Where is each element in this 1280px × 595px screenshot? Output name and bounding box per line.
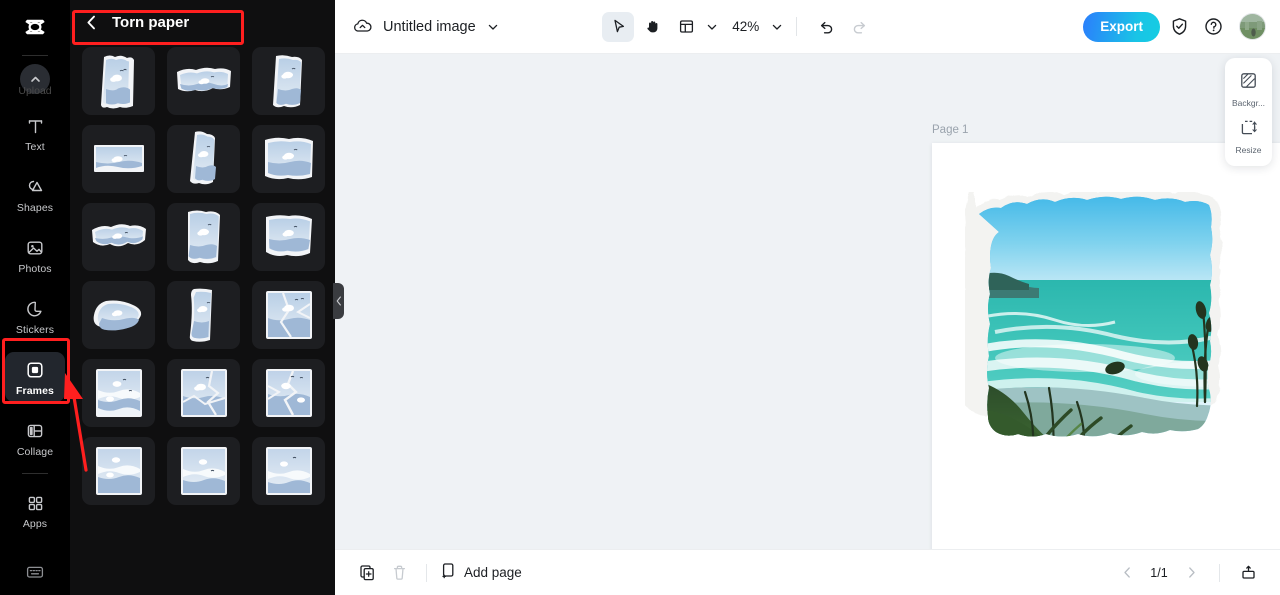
- left-sidebar: Upload Text Shapes Photos Stickers Frame…: [0, 0, 70, 595]
- bottom-divider-2: [1219, 563, 1220, 582]
- editor-area: Untitled image 42% Export Page 1 Backgr.…: [335, 0, 1280, 595]
- keyboard-shortcuts-icon: [25, 564, 45, 585]
- right-tool-panel: Backgr... Resize: [1225, 58, 1272, 166]
- canvas-tools: 42%: [602, 11, 876, 42]
- sidebar-item-photos[interactable]: Photos: [5, 230, 65, 280]
- help-circle-icon[interactable]: [1200, 13, 1228, 41]
- frames-panel: Torn paper: [70, 0, 335, 595]
- photos-icon: [24, 237, 46, 259]
- page-label: Page 1: [932, 124, 969, 136]
- sidebar-item-frames[interactable]: Frames: [5, 352, 65, 402]
- cloud-saved-icon[interactable]: [349, 14, 375, 40]
- top-toolbar: Untitled image 42% Export: [335, 0, 1280, 54]
- panel-header: Torn paper: [70, 0, 335, 45]
- redo-button[interactable]: [844, 12, 876, 42]
- keyboard-shortcuts-button[interactable]: [0, 564, 70, 585]
- sidebar-label-collage: Collage: [16, 446, 54, 458]
- resize-icon: [1239, 118, 1258, 142]
- sidebar-label-frames: Frames: [16, 385, 54, 397]
- zoom-control[interactable]: 42%: [732, 19, 783, 34]
- background-button[interactable]: Backgr...: [1227, 66, 1271, 111]
- upload-label: Upload: [18, 85, 52, 97]
- bottom-bar: Add page 1/1: [335, 549, 1280, 595]
- torn-paper-photo-frame[interactable]: [961, 186, 1280, 522]
- page-canvas[interactable]: [932, 143, 1280, 549]
- sidebar-label-text: Text: [25, 141, 45, 153]
- apps-icon: [24, 492, 46, 514]
- annotation-arrow: [60, 355, 110, 480]
- next-page-button[interactable]: [1177, 559, 1205, 587]
- delete-icon[interactable]: [385, 559, 413, 587]
- chevron-down-icon[interactable]: [487, 21, 499, 33]
- bottom-divider: [426, 563, 427, 582]
- frame-thumb-torn-strip-1[interactable]: [167, 47, 240, 115]
- export-button[interactable]: Export: [1083, 11, 1160, 42]
- canvas-stage[interactable]: Page 1 Backgr... Resize: [335, 54, 1280, 549]
- upload-button[interactable]: Upload: [18, 62, 52, 97]
- text-icon: [24, 115, 46, 137]
- frame-thumb-crack-rect-6[interactable]: [167, 437, 240, 505]
- page-indicator: 1/1: [1150, 565, 1168, 580]
- frame-thumb-torn-landscape-1[interactable]: [82, 125, 155, 193]
- undo-button[interactable]: [810, 12, 842, 42]
- cursor-select-tool[interactable]: [602, 11, 635, 42]
- frame-thumb-torn-portrait-2[interactable]: [252, 47, 325, 115]
- sidebar-label-shapes: Shapes: [16, 202, 54, 214]
- add-page-button[interactable]: Add page: [440, 562, 522, 584]
- frame-thumb-torn-blob-1[interactable]: [82, 281, 155, 349]
- frame-thumb-torn-square-1[interactable]: [252, 125, 325, 193]
- add-page-icon: [440, 562, 457, 584]
- toolbar-right: Export: [1083, 11, 1266, 42]
- panel-collapse-handle[interactable]: [333, 283, 344, 319]
- chevron-left-icon[interactable]: [86, 15, 100, 31]
- capcut-editor: Upload Text Shapes Photos Stickers Frame…: [0, 0, 1280, 595]
- hand-pan-tool[interactable]: [636, 12, 668, 42]
- toolbar-divider: [796, 17, 798, 36]
- bottom-bar-right: 1/1: [1113, 559, 1262, 587]
- export-page-icon[interactable]: [1234, 559, 1262, 587]
- background-icon: [1239, 71, 1258, 95]
- zoom-chevron-down-icon[interactable]: [771, 21, 783, 33]
- layout-chevron-down-icon[interactable]: [706, 21, 718, 33]
- frame-thumb-crack-rect-7[interactable]: [252, 437, 325, 505]
- sidebar-label-stickers: Stickers: [15, 324, 55, 336]
- sidebar-item-apps[interactable]: Apps: [5, 485, 65, 535]
- duplicate-icon[interactable]: [353, 559, 381, 587]
- rail-divider-2: [22, 473, 48, 474]
- rail-divider: [22, 55, 48, 56]
- prev-page-button[interactable]: [1113, 559, 1141, 587]
- sidebar-item-collage[interactable]: Collage: [5, 413, 65, 463]
- bottom-bar-left: Add page: [353, 559, 522, 587]
- frames-icon: [24, 359, 46, 381]
- resize-button[interactable]: Resize: [1227, 113, 1271, 158]
- sidebar-item-text[interactable]: Text: [5, 108, 65, 158]
- frame-thumb-torn-square-2[interactable]: [167, 203, 240, 271]
- sidebar-item-stickers[interactable]: Stickers: [5, 291, 65, 341]
- panel-title: Torn paper: [112, 14, 190, 31]
- frame-thumb-torn-strip-2[interactable]: [82, 203, 155, 271]
- document-title[interactable]: Untitled image: [383, 19, 476, 35]
- frame-thumb-crack-rect-3[interactable]: [167, 359, 240, 427]
- background-label: Backgr...: [1231, 98, 1266, 108]
- frame-thumb-torn-portrait-1[interactable]: [82, 47, 155, 115]
- frame-thumb-crack-rect-4[interactable]: [252, 359, 325, 427]
- sidebar-item-shapes[interactable]: Shapes: [5, 169, 65, 219]
- frame-thumb-torn-portrait-4[interactable]: [167, 281, 240, 349]
- frame-thumb-crack-rect-1[interactable]: [252, 281, 325, 349]
- frame-thumb-torn-square-3[interactable]: [252, 203, 325, 271]
- stickers-icon: [24, 298, 46, 320]
- collage-icon: [24, 420, 46, 442]
- zoom-value: 42%: [732, 19, 760, 34]
- shield-check-icon[interactable]: [1166, 13, 1194, 41]
- user-avatar[interactable]: [1238, 13, 1266, 40]
- sidebar-label-apps: Apps: [22, 518, 48, 530]
- add-page-label: Add page: [464, 565, 522, 580]
- sidebar-label-photos: Photos: [18, 263, 52, 275]
- frame-thumb-torn-portrait-3[interactable]: [167, 125, 240, 193]
- shapes-icon: [24, 176, 46, 198]
- resize-label: Resize: [1235, 145, 1262, 155]
- capcut-logo-icon[interactable]: [18, 12, 52, 46]
- layout-tool[interactable]: [670, 12, 702, 42]
